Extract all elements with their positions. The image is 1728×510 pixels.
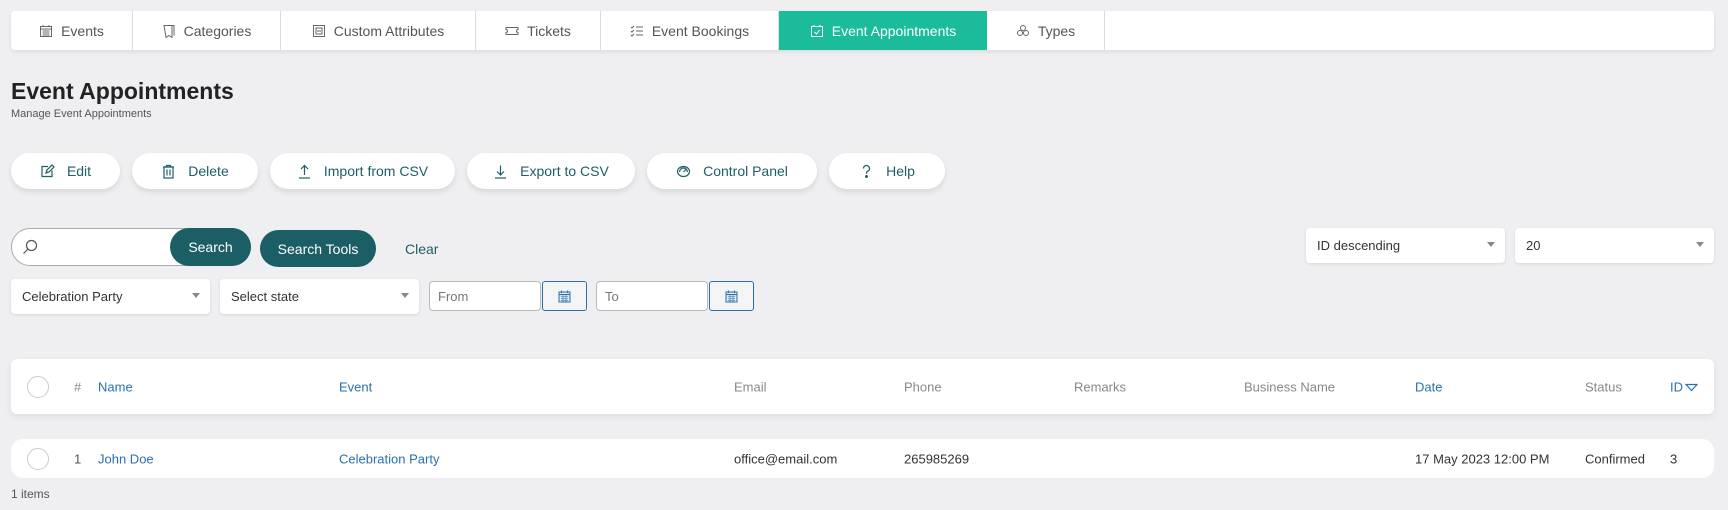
limit-select[interactable]: 20 xyxy=(1515,228,1714,263)
column-header-id-label: ID xyxy=(1670,379,1683,394)
checklist-icon xyxy=(630,25,643,37)
to-date-picker-button[interactable] xyxy=(709,281,754,311)
event-filter-select[interactable]: Celebration Party xyxy=(11,279,210,314)
tab-label: Tickets xyxy=(527,22,571,39)
from-date-picker-button[interactable] xyxy=(542,281,587,311)
column-header-id[interactable]: ID xyxy=(1670,379,1698,394)
column-header-date[interactable]: Date xyxy=(1415,379,1442,394)
trash-icon xyxy=(163,164,175,179)
column-header-event[interactable]: Event xyxy=(339,379,372,394)
items-count: 1 items xyxy=(11,487,50,501)
ordering-value: ID descending xyxy=(1317,238,1401,253)
folder-icon xyxy=(163,24,175,38)
delete-label: Delete xyxy=(188,163,229,179)
delete-button[interactable]: Delete xyxy=(132,153,258,189)
upload-icon xyxy=(298,164,310,179)
question-icon xyxy=(862,164,871,178)
tab-tickets[interactable]: Tickets xyxy=(476,11,601,50)
row-phone: 265985269 xyxy=(904,451,970,466)
control-panel-button[interactable]: Control Panel xyxy=(647,153,817,189)
row-event-link[interactable]: Celebration Party xyxy=(339,451,439,466)
tab-custom-attributes[interactable]: Custom Attributes xyxy=(281,11,476,50)
import-label: Import from CSV xyxy=(323,163,429,179)
chevron-down-icon xyxy=(401,293,409,298)
from-date-input[interactable] xyxy=(429,281,541,311)
ordering-select[interactable]: ID descending xyxy=(1306,228,1505,263)
to-date-input[interactable] xyxy=(596,281,708,311)
calendar-icon xyxy=(40,24,53,37)
limit-value: 20 xyxy=(1526,238,1541,253)
toolbar: Edit Delete Import from CSV Export to CS… xyxy=(11,153,945,189)
sort-descending-icon xyxy=(1685,383,1698,392)
help-label: Help xyxy=(886,163,915,179)
search-input[interactable] xyxy=(46,231,176,263)
table-row: 1 John Doe Celebration Party office@emai… xyxy=(11,439,1714,478)
calendar-check-icon xyxy=(810,24,823,37)
calendar-icon xyxy=(558,290,571,302)
clear-button[interactable]: Clear xyxy=(405,241,438,257)
tab-event-bookings[interactable]: Event Bookings xyxy=(601,11,779,50)
page-subtitle: Manage Event Appointments xyxy=(11,108,152,120)
calendar-icon xyxy=(725,290,738,302)
row-id: 3 xyxy=(1670,451,1678,466)
row-select-checkbox[interactable] xyxy=(27,447,49,470)
row-status: Confirmed xyxy=(1585,451,1645,466)
state-filter-select[interactable]: Select state xyxy=(220,279,419,314)
column-header-email: Email xyxy=(734,379,767,394)
download-icon xyxy=(495,165,507,179)
export-csv-button[interactable]: Export to CSV xyxy=(467,153,635,189)
nav-tabs: Events Categories Custom Attributes Tick… xyxy=(11,11,1714,50)
search-button[interactable]: Search xyxy=(170,228,251,266)
column-header-status: Status xyxy=(1585,379,1622,394)
tab-event-appointments[interactable]: Event Appointments xyxy=(779,11,987,50)
edit-label: Edit xyxy=(66,163,92,179)
page-title: Event Appointments xyxy=(11,78,234,104)
column-header-name[interactable]: Name xyxy=(98,379,133,394)
column-header-business-name: Business Name xyxy=(1244,379,1336,394)
table-header: # Name Event Email Phone Remarks Busines… xyxy=(11,359,1714,414)
ticket-icon xyxy=(505,26,519,35)
export-label: Export to CSV xyxy=(520,163,609,179)
tab-label: Event Appointments xyxy=(831,22,957,39)
import-csv-button[interactable]: Import from CSV xyxy=(270,153,455,189)
tab-events[interactable]: Events xyxy=(11,11,133,50)
control-panel-label: Control Panel xyxy=(703,163,788,179)
tab-label: Custom Attributes xyxy=(333,22,445,39)
select-all-checkbox[interactable] xyxy=(27,375,49,398)
row-name-link[interactable]: John Doe xyxy=(98,451,154,466)
cubes-icon xyxy=(1016,24,1029,36)
help-button[interactable]: Help xyxy=(829,153,945,189)
column-header-remarks: Remarks xyxy=(1074,379,1127,394)
edit-icon xyxy=(41,163,55,177)
row-date: 17 May 2023 12:00 PM xyxy=(1415,451,1550,466)
dashboard-gauge-icon xyxy=(676,165,691,177)
tab-categories[interactable]: Categories xyxy=(133,11,281,50)
chevron-down-icon xyxy=(1696,242,1704,247)
edit-button[interactable]: Edit xyxy=(11,153,120,189)
tab-label: Events xyxy=(61,22,104,39)
tab-label: Types xyxy=(1037,22,1076,39)
column-header-num: # xyxy=(74,379,82,394)
attributes-icon xyxy=(312,24,325,37)
row-number: 1 xyxy=(74,451,82,466)
search-tools-button[interactable]: Search Tools xyxy=(260,230,376,267)
state-filter-value: Select state xyxy=(231,289,299,304)
tab-label: Event Bookings xyxy=(651,22,750,39)
tab-types[interactable]: Types xyxy=(987,11,1105,50)
chevron-down-icon xyxy=(1487,242,1495,247)
chevron-down-icon xyxy=(192,293,200,298)
search-icon xyxy=(23,239,38,254)
event-filter-value: Celebration Party xyxy=(22,289,123,304)
row-email: office@email.com xyxy=(734,451,838,466)
column-header-phone: Phone xyxy=(904,379,942,394)
tab-label: Categories xyxy=(183,22,252,39)
